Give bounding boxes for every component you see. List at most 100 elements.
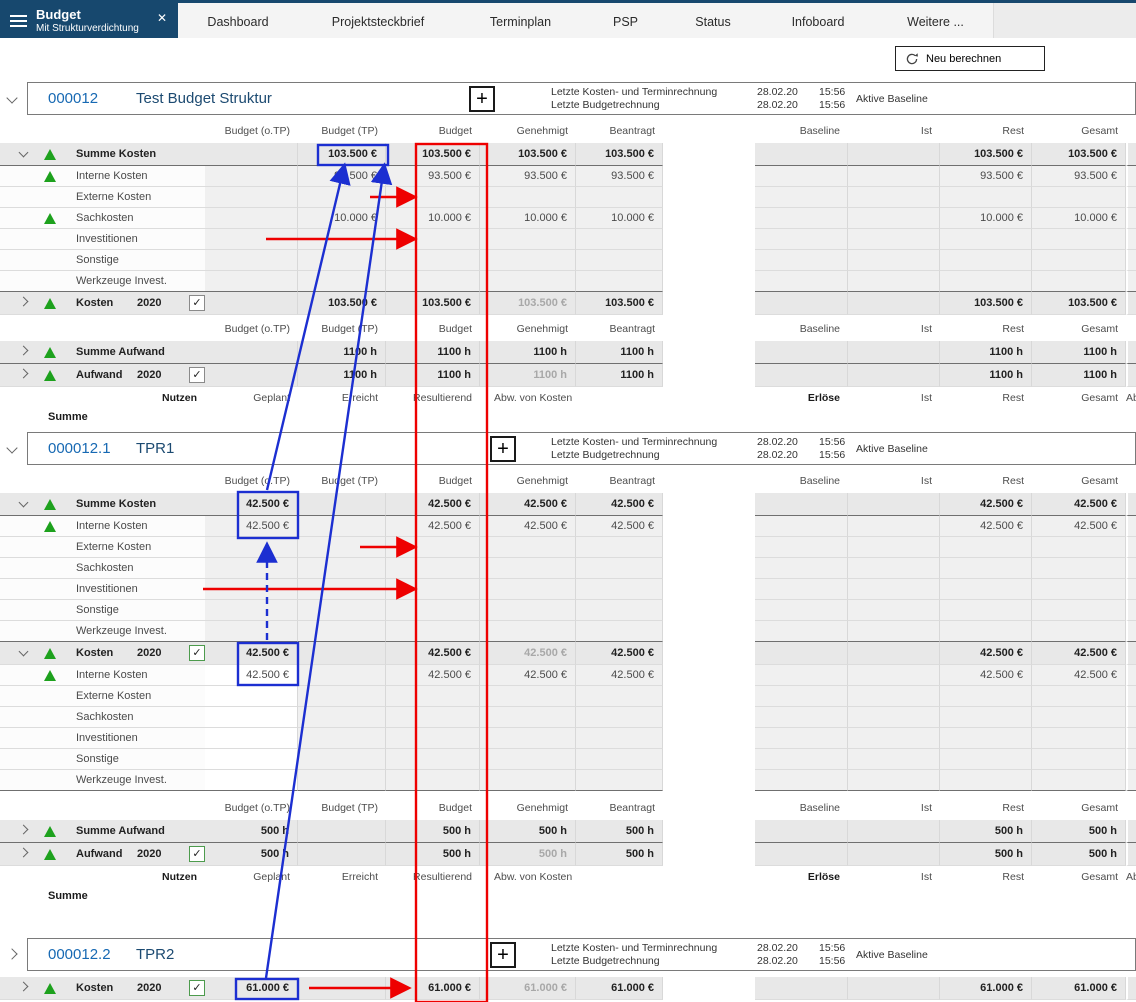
tab-status[interactable]: Status — [668, 3, 758, 41]
checkbox[interactable]: ✓ — [189, 367, 205, 383]
spacer-column — [663, 292, 755, 315]
chevron-right-icon[interactable] — [19, 848, 29, 858]
row-label-cell: Werkzeuge Invest. — [0, 770, 205, 791]
cell-tp — [298, 250, 386, 271]
chevron-right-icon[interactable] — [19, 369, 29, 379]
row-label-cell: Interne Kosten — [0, 665, 205, 686]
chevron-right-icon[interactable] — [19, 825, 29, 835]
menu-icon[interactable] — [10, 15, 27, 30]
table-row: Interne Kosten93.500 €93.500 €93.500 €93… — [0, 166, 1136, 187]
cell-bud — [386, 229, 480, 250]
checkbox[interactable]: ✓ — [189, 295, 205, 311]
tab-terminplan[interactable]: Terminplan — [458, 3, 583, 41]
cell-bea — [576, 707, 663, 728]
cell-otp — [205, 364, 298, 387]
cell-gen: 42.500 € — [480, 516, 576, 537]
row-label: Investitionen — [76, 583, 138, 595]
cell-gen — [480, 271, 576, 292]
cell-bea: 61.000 € — [576, 977, 663, 1000]
cell-gen: 93.500 € — [480, 166, 576, 187]
cell-ist — [848, 728, 940, 749]
table-row: Aufwand2020✓1100 h1100 h1100 h1100 h1100… — [0, 364, 1136, 387]
spacer-column — [663, 208, 755, 229]
edge-column — [1126, 707, 1136, 728]
section-id[interactable]: 000012.1 — [48, 440, 111, 457]
edge-column — [1126, 600, 1136, 621]
cell-res — [940, 271, 1032, 292]
chevron-down-icon[interactable] — [19, 647, 29, 657]
close-icon[interactable]: ✕ — [157, 11, 167, 25]
column-header-row: Budget (o.TP)Budget (TP)BudgetGenehmigtB… — [0, 119, 1136, 143]
table-row: Summe Kosten42.500 €42.500 €42.500 €42.5… — [0, 493, 1136, 516]
chevron-down-icon[interactable] — [19, 148, 29, 158]
trend-up-icon — [44, 370, 56, 381]
cell-tp — [298, 728, 386, 749]
cell-ist — [848, 665, 940, 686]
table-row: Kosten2020✓42.500 €42.500 €42.500 €42.50… — [0, 642, 1136, 665]
chevron-right-icon[interactable] — [6, 948, 17, 959]
chevron-down-icon[interactable] — [19, 498, 29, 508]
tab-projektsteckbrief[interactable]: Projektsteckbrief — [298, 3, 458, 41]
add-button[interactable]: + — [469, 86, 495, 112]
chevron-right-icon[interactable] — [19, 297, 29, 307]
cell-ges — [1032, 728, 1126, 749]
cell-ist — [848, 292, 940, 315]
row-label: Kosten — [76, 982, 113, 994]
cell-gen — [480, 707, 576, 728]
row-label: Werkzeuge Invest. — [76, 774, 167, 786]
cell-res: 103.500 € — [940, 292, 1032, 315]
cell-ges: 42.500 € — [1032, 516, 1126, 537]
add-button[interactable]: + — [490, 436, 516, 462]
cell-otp[interactable] — [205, 728, 298, 749]
calc-date: 28.02.20 — [757, 942, 817, 955]
cell-bas — [755, 292, 848, 315]
section-id[interactable]: 000012 — [48, 90, 98, 107]
cell-res — [940, 187, 1032, 208]
cell-otp[interactable] — [205, 707, 298, 728]
edge-column — [1126, 665, 1136, 686]
cell-otp[interactable] — [205, 749, 298, 770]
edge-column — [1126, 820, 1136, 843]
edge-column — [1126, 642, 1136, 665]
row-label-cell: Werkzeuge Invest. — [0, 621, 205, 642]
cell-tp — [298, 977, 386, 1000]
row-label: Interne Kosten — [76, 170, 148, 182]
tab-weitere[interactable]: Weitere ... — [878, 3, 993, 41]
spacer-column — [663, 770, 755, 791]
cell-ges — [1032, 707, 1126, 728]
recalculate-label: Neu berechnen — [926, 53, 1001, 65]
nutzen-col-resultierend: Resultierend — [386, 387, 480, 409]
cell-bea: 103.500 € — [576, 292, 663, 315]
tab-psp[interactable]: PSP — [583, 3, 668, 41]
table-row: Sonstige — [0, 250, 1136, 271]
cell-otp[interactable]: 42.500 € — [205, 665, 298, 686]
recalculate-button[interactable]: Neu berechnen — [895, 46, 1045, 71]
cell-otp[interactable] — [205, 770, 298, 791]
checkbox[interactable]: ✓ — [189, 980, 205, 996]
active-tab-budget[interactable]: Budget Mit Strukturverdichtung ✕ — [0, 3, 178, 41]
add-button[interactable]: + — [490, 942, 516, 968]
table-row: Sonstige — [0, 749, 1136, 770]
spacer-column — [663, 977, 755, 1000]
section-id[interactable]: 000012.2 — [48, 946, 111, 963]
cell-tp — [298, 770, 386, 791]
column-header-res: Rest — [940, 317, 1032, 341]
cell-otp[interactable] — [205, 686, 298, 707]
table-row: Sonstige — [0, 600, 1136, 621]
table-row: Interne Kosten42.500 €42.500 €42.500 €42… — [0, 665, 1136, 686]
chevron-down-icon[interactable] — [6, 92, 17, 103]
chevron-right-icon[interactable] — [19, 982, 29, 992]
spacer-column — [663, 229, 755, 250]
tab-dashboard[interactable]: Dashboard — [178, 3, 298, 41]
cell-bas — [755, 208, 848, 229]
checkbox[interactable]: ✓ — [189, 846, 205, 862]
cell-tp — [298, 621, 386, 642]
cell-ist — [848, 271, 940, 292]
chevron-right-icon[interactable] — [19, 346, 29, 356]
section-header-000012: 000012Test Budget Struktur+Letzte Kosten… — [0, 82, 1136, 115]
chevron-down-icon[interactable] — [6, 442, 17, 453]
cell-tp — [298, 516, 386, 537]
tab-infoboard[interactable]: Infoboard — [758, 3, 878, 41]
cell-ges: 500 h — [1032, 820, 1126, 843]
checkbox[interactable]: ✓ — [189, 645, 205, 661]
